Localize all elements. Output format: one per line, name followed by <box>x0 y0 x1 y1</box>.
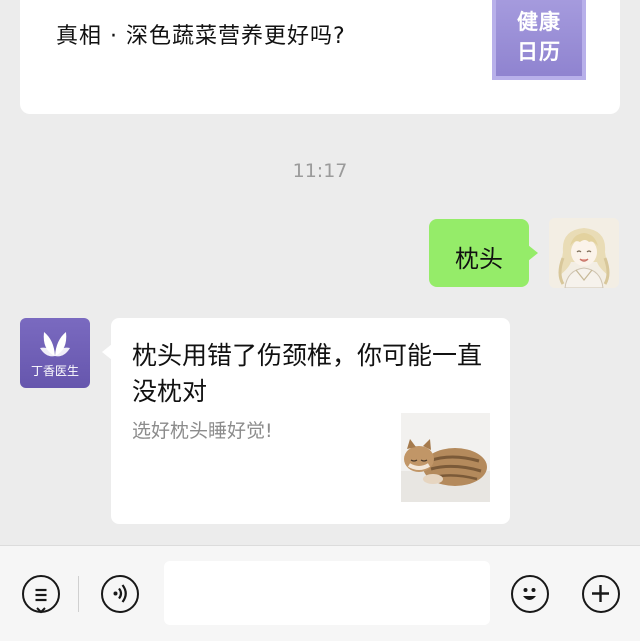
article-card[interactable]: 真相 · 深色蔬菜营养更好吗? 健康 日历 <box>20 0 620 114</box>
sleeping-cat-image <box>401 413 490 502</box>
message-timestamp: 11:17 <box>292 160 348 182</box>
voice-input-button[interactable] <box>101 575 139 613</box>
badge-line-1: 健康 <box>517 10 561 34</box>
menu-toggle-button[interactable] <box>22 575 60 614</box>
badge-line-2: 日历 <box>517 40 561 64</box>
outgoing-message-text: 枕头 <box>455 245 503 273</box>
emoji-smile-icon <box>523 588 536 600</box>
message-input[interactable] <box>164 561 490 625</box>
menu-divider <box>78 576 79 612</box>
plus-icon <box>592 585 609 602</box>
link-card-description: 选好枕头睡好觉! <box>132 420 273 442</box>
list-menu-icon <box>35 588 47 614</box>
article-link-card[interactable]: 枕头用错了伤颈椎，你可能一直没枕对 选好枕头睡好觉! <box>102 318 510 524</box>
dxy-doctor-avatar[interactable]: 丁香医生 <box>20 318 90 388</box>
more-functions-button[interactable] <box>582 575 620 613</box>
article-title: 真相 · 深色蔬菜营养更好吗? <box>56 24 346 49</box>
anime-girl-avatar-image <box>549 218 619 288</box>
emoji-button[interactable] <box>511 575 549 613</box>
user-avatar[interactable] <box>549 218 619 288</box>
dxy-brand-name: 丁香医生 <box>30 364 79 378</box>
health-calendar-badge: 健康 日历 <box>492 0 586 80</box>
voice-icon <box>113 584 127 603</box>
link-card-title: 枕头用错了伤颈椎，你可能一直没枕对 <box>132 341 483 406</box>
outgoing-message-bubble[interactable]: 枕头 <box>429 219 538 287</box>
chat-input-bar <box>0 545 640 641</box>
link-card-thumbnail <box>401 413 490 502</box>
